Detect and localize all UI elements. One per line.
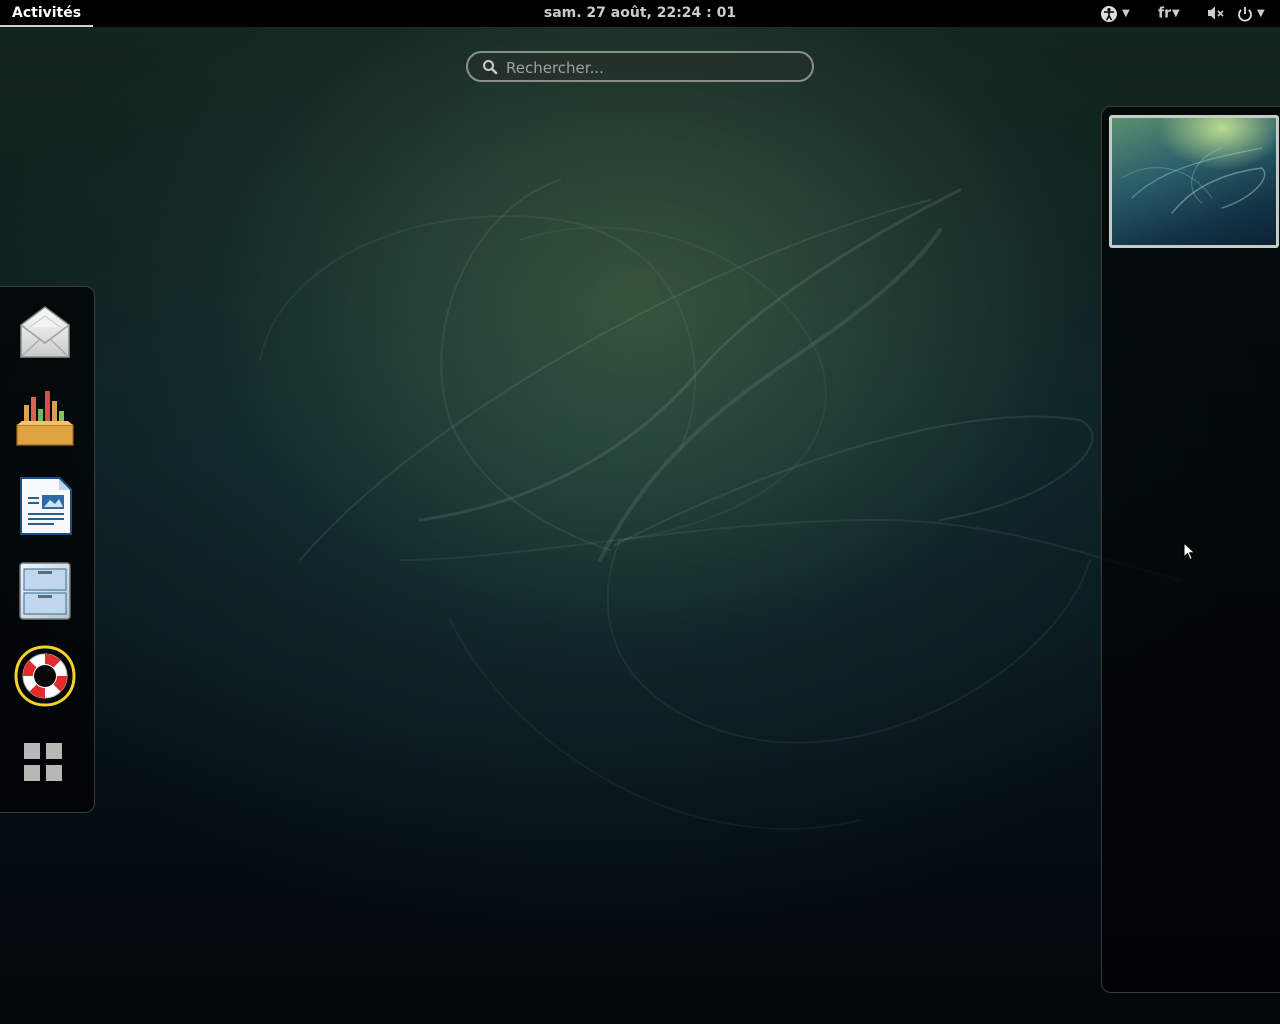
- file-cabinet-icon: [19, 562, 71, 620]
- chevron-down-icon: ▼: [1172, 8, 1180, 19]
- search-input[interactable]: [504, 57, 798, 79]
- dash-item-sound-recorder[interactable]: [14, 387, 76, 449]
- mail-app-icon: [20, 306, 70, 358]
- chevron-down-icon: ▼: [1122, 8, 1130, 19]
- language-label: fr: [1158, 5, 1171, 22]
- show-applications-icon: [24, 743, 62, 781]
- writer-document-icon: [20, 477, 72, 535]
- dash: [0, 286, 95, 813]
- dash-item-help[interactable]: [14, 645, 76, 707]
- mouse-pointer-icon: [1183, 542, 1196, 561]
- workspace-wallpaper-preview: [1121, 147, 1266, 214]
- search-box[interactable]: [466, 51, 814, 82]
- help-lifebuoy-icon: [14, 645, 76, 707]
- power-icon: [1238, 6, 1252, 21]
- chevron-down-icon: ▼: [1257, 8, 1265, 19]
- top-bar: Activités sam. 27 août, 22:24 : 01 ▼ fr▼…: [0, 0, 1280, 27]
- workspace-thumbnail[interactable]: [1109, 115, 1279, 248]
- dash-item-writer[interactable]: [14, 473, 76, 535]
- volume-menu[interactable]: [1206, 0, 1226, 27]
- dash-item-mail[interactable]: [14, 301, 76, 363]
- dash-item-file-cabinet[interactable]: [14, 559, 76, 621]
- search-icon: [483, 60, 498, 75]
- accessibility-menu[interactable]: ▼: [1100, 0, 1130, 27]
- system-menu[interactable]: ▼: [1237, 0, 1265, 27]
- clock-label[interactable]: sam. 27 août, 22:24 : 01: [544, 5, 736, 21]
- desktop: Activités sam. 27 août, 22:24 : 01 ▼ fr▼…: [0, 0, 1280, 1024]
- volume-muted-icon: [1208, 6, 1224, 20]
- wallpaper-swirls: [259, 179, 1181, 830]
- activities-button[interactable]: Activités: [0, 0, 94, 27]
- sound-recorder-icon: [16, 391, 74, 446]
- accessibility-icon: [1101, 5, 1117, 22]
- language-menu[interactable]: fr▼: [1158, 0, 1180, 27]
- dash-item-show-applications[interactable]: [14, 733, 76, 795]
